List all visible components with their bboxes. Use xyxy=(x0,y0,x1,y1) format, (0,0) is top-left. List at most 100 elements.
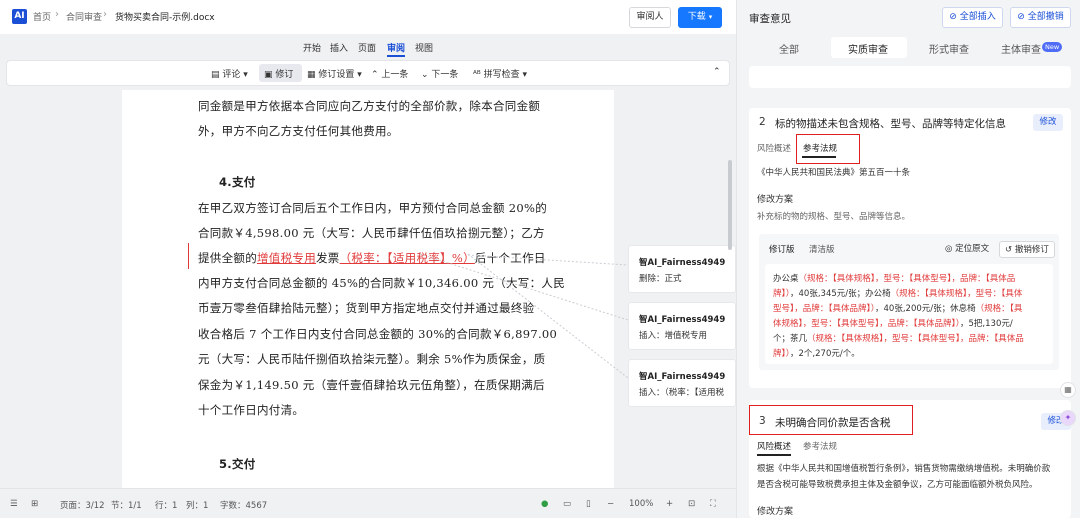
menu-review[interactable]: 审阅 xyxy=(387,41,405,54)
view-icon[interactable]: ▭ xyxy=(563,499,571,509)
comment-body: 插入：（税率：【适用税 xyxy=(639,388,725,398)
top-bar: AI 首页 › 合同审查 › 货物买卖合同-示例.docx 审阅人 下载 ▾ xyxy=(0,0,736,34)
prev-button[interactable]: ⌃ 上一条 xyxy=(371,67,408,80)
menu-start[interactable]: 开始 xyxy=(303,41,321,54)
suggestion-line: 个；茶几（规格：【具体规格】，型号：【具体型号】，品牌：【具体品 xyxy=(773,332,1024,344)
scrollbar-thumb[interactable] xyxy=(728,160,732,250)
prev-label: 上一条 xyxy=(381,70,409,80)
menu-page[interactable]: 页面 xyxy=(358,41,376,54)
spellcheck-button[interactable]: ᴬᴮ 拼写检查 ▾ xyxy=(473,67,527,80)
menu-insert[interactable]: 插入 xyxy=(330,41,348,54)
word-count: 字数：4567 xyxy=(220,501,268,511)
subtab-risk[interactable]: 风险概述 xyxy=(757,142,791,154)
app-logo: AI xyxy=(12,9,27,24)
comment-label: 评论 xyxy=(222,70,241,80)
inserted-text: （规格：【具 xyxy=(975,304,1023,314)
track-icon: ▣ xyxy=(264,70,273,80)
revoke-all-label: 全部撤销 xyxy=(1027,12,1064,22)
chevron-right-icon: › xyxy=(103,9,107,20)
qr-code-icon[interactable]: ▦ xyxy=(1060,382,1076,398)
subtab-law[interactable]: 参考法规 xyxy=(803,440,837,452)
tab-substantive[interactable]: 实质审查 xyxy=(848,41,888,56)
view-icon[interactable]: ▯ xyxy=(586,499,591,509)
doc-line: 在甲乙双方签订合同后五个工作日内，甲方预付合同总金额 20%的 xyxy=(198,201,548,215)
new-badge: New xyxy=(1042,42,1063,52)
section-heading: 5.交付 xyxy=(219,457,256,471)
locate-icon: ◎ xyxy=(945,244,953,254)
assistant-icon[interactable]: ✦ xyxy=(1060,410,1076,426)
review-card[interactable]: 3 未明确合同价款是否含税 修改 风险概述 参考法规 根据《中华人民共和国增值税… xyxy=(749,400,1071,518)
zoom-level[interactable]: 100% xyxy=(629,499,653,509)
document-scrollbar[interactable] xyxy=(726,90,732,488)
comment-card[interactable]: 智AI_Fairness4949 删除：正式 xyxy=(628,245,736,293)
risk-description: 根据《中华人民共和国增值税暂行条例》，销售货物需缴纳增值税。未明确价款 xyxy=(757,464,1051,474)
insert-all-label: 全部插入 xyxy=(959,12,996,22)
subtab-risk[interactable]: 风险概述 xyxy=(757,440,791,452)
tab-clean[interactable]: 清洁版 xyxy=(809,243,835,255)
download-button[interactable]: 下载 ▾ xyxy=(678,7,722,28)
locate-original-button[interactable]: ◎ 定位原文 xyxy=(945,241,989,258)
card-title: 标的物描述未包含规格、型号、品牌等特定化信息 xyxy=(775,118,1006,130)
chevron-up-icon: ⌃ xyxy=(371,70,379,80)
comment-body: 删除：正式 xyxy=(639,274,682,284)
review-tabs: 全部 实质审查 形式审查 主体审查 New xyxy=(737,36,1080,60)
fit-width-icon[interactable]: ⊡ xyxy=(688,499,695,509)
fullscreen-icon[interactable]: ⛶ xyxy=(710,499,716,509)
tab-subject[interactable]: 主体审查 xyxy=(1001,41,1041,56)
track-settings-label: 修订设置 xyxy=(318,70,355,80)
download-label: 下载 xyxy=(687,12,706,22)
comment-icon: ▤ xyxy=(211,70,220,80)
inserted-text[interactable]: 增值税专用 xyxy=(257,251,316,265)
card-number: 2 xyxy=(759,116,766,128)
col-indicator: 列：1 xyxy=(186,501,209,511)
original-text: 办公桌 xyxy=(773,274,799,284)
comment-author: 智AI_Fairness4949 xyxy=(639,315,726,325)
comment-body: 插入：增值税专用 xyxy=(639,331,708,341)
reviewer-button[interactable]: 审阅人 xyxy=(629,7,671,28)
revised-line: 提供全额的增值税专用发票（税率：【适用税率】%）后十个工作日 xyxy=(198,250,546,266)
doc-line: 元（大写：人民币陆仟捌佰玖拾柒元整）。剩余 5%作为质保金，质 xyxy=(198,352,546,366)
document-page[interactable]: 同金额是甲方依据本合同应向乙方支付的全部价款，除本合同金额 外，甲方不向乙方支付… xyxy=(122,90,614,488)
zoom-out-button[interactable]: − xyxy=(607,499,614,509)
edit-button[interactable]: 修改 xyxy=(1033,114,1063,131)
outline-icon[interactable]: ☰ xyxy=(10,499,18,509)
inserted-text: 牌】） xyxy=(773,289,791,299)
undo-label: 撤销修订 xyxy=(1014,245,1049,255)
comment-card[interactable]: 智AI_Fairness4949 插入：增值税专用 xyxy=(628,302,736,350)
tab-revised[interactable]: 修订版 xyxy=(769,243,795,255)
doc-line: 外，甲方不向乙方支付任何其他费用。 xyxy=(198,124,399,138)
breadcrumb-review[interactable]: 合同审查 xyxy=(66,10,102,23)
tab-all[interactable]: 全部 xyxy=(779,41,799,56)
comment-button[interactable]: ▤ 评论 ▾ xyxy=(211,67,248,80)
spellcheck-icon: ᴬᴮ xyxy=(473,70,481,80)
doc-line: 合同款￥4,598.00 元（大写：人民币肆仟伍佰玖拾捌元整）；乙方 xyxy=(198,226,545,240)
review-card-partial xyxy=(749,66,1071,88)
active-menu-indicator xyxy=(387,55,405,57)
locate-label: 定位原文 xyxy=(955,244,990,254)
inserted-text[interactable]: （税率：【适用税率】%） xyxy=(340,251,475,265)
insert-all-button[interactable]: ⊘ 全部插入 xyxy=(942,7,1003,28)
comment-card[interactable]: 智AI_Fairness4949 插入：（税率：【适用税 xyxy=(628,359,736,407)
tab-formal[interactable]: 形式审查 xyxy=(929,41,969,56)
suggestion-line: 牌】），40张,345元/张；办公椅（规格：【具体规格】，型号：【具体 xyxy=(773,287,1022,299)
plan-title: 修改方案 xyxy=(757,195,794,205)
section-indicator: 节：1/1 xyxy=(111,501,142,511)
inserted-text: 体规格】，型号：【具体型号】，品牌：【具体品牌】） xyxy=(773,319,961,329)
collapse-toolbar-icon[interactable]: ⌃ xyxy=(713,67,721,77)
language-icon[interactable]: ● xyxy=(541,499,548,509)
track-button[interactable]: ▣ 修订 xyxy=(264,67,293,80)
document-editor: AI 首页 › 合同审查 › 货物买卖合同-示例.docx 审阅人 下载 ▾ 开… xyxy=(0,0,736,518)
next-button[interactable]: ⌄ 下一条 xyxy=(421,67,458,80)
highlight-box xyxy=(796,134,860,164)
revoke-all-button[interactable]: ⊘ 全部撤销 xyxy=(1010,7,1071,28)
zoom-in-button[interactable]: + xyxy=(666,499,673,509)
track-settings-button[interactable]: ▦ 修订设置 ▾ xyxy=(307,67,362,80)
layout-icon[interactable]: ⊞ xyxy=(31,499,38,509)
suggestion-line: 体规格】，型号：【具体型号】，品牌：【具体品牌】），5把,130元/ xyxy=(773,317,1013,329)
menu-view[interactable]: 视图 xyxy=(415,41,433,54)
chevron-down-icon: ⌄ xyxy=(421,70,429,80)
breadcrumb-home[interactable]: 首页 xyxy=(33,10,51,23)
review-card[interactable]: 2 标的物描述未包含规格、型号、品牌等特定化信息 修改 风险概述 参考法规 《中… xyxy=(749,108,1071,388)
inserted-text: （规格：【具体规格】，型号：【具体 xyxy=(890,289,1023,299)
undo-revision-button[interactable]: ↺ 撤销修订 xyxy=(999,241,1055,258)
